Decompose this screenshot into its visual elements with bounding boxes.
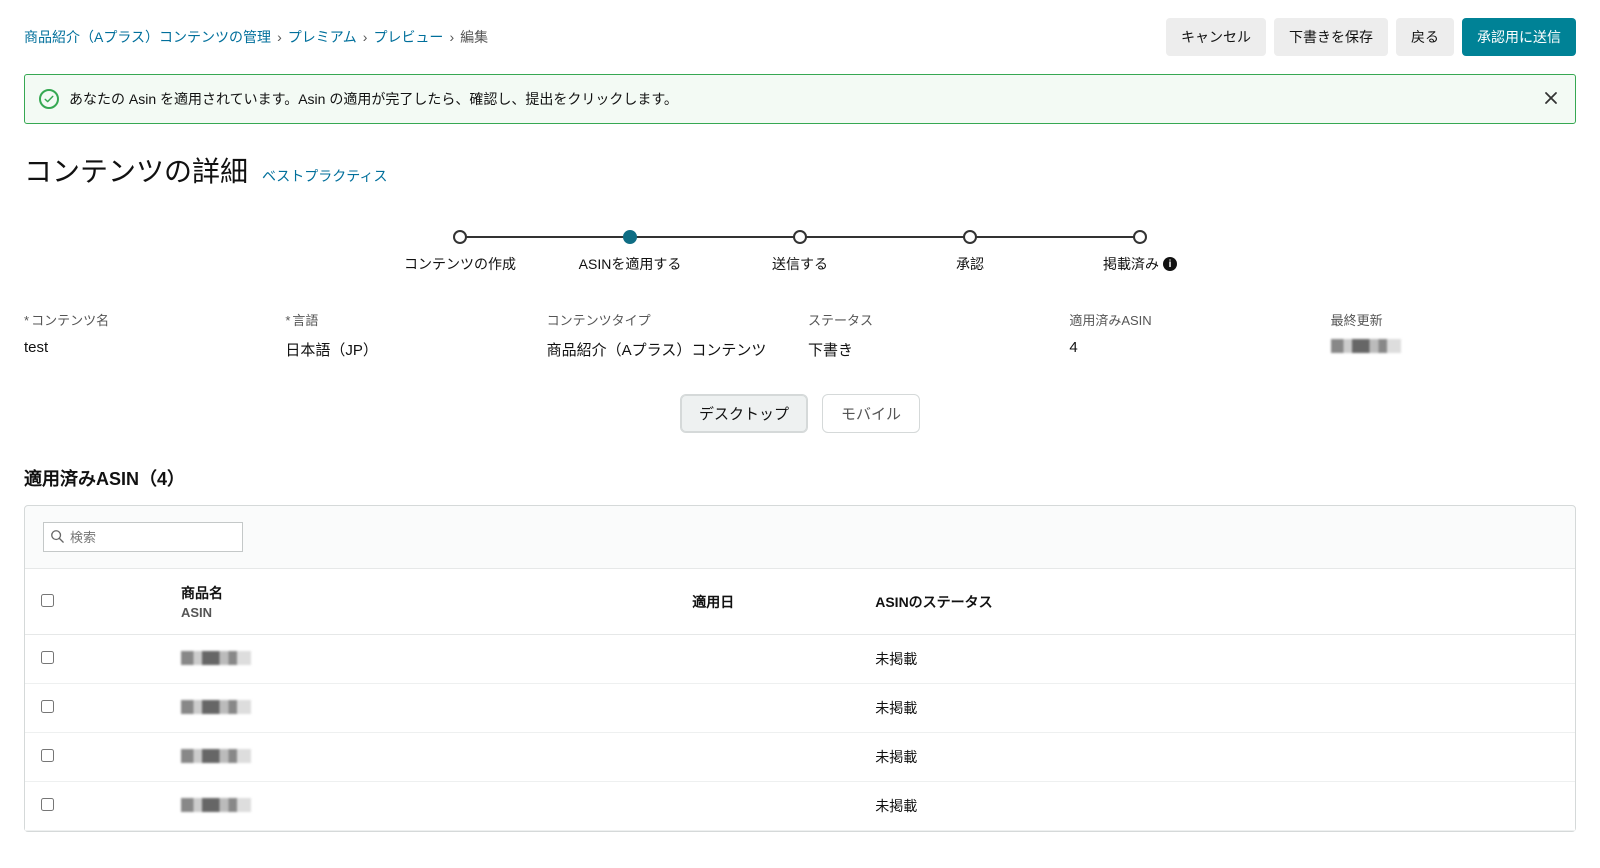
cell-asin-status: 未掲載	[859, 733, 1449, 782]
label-content-name: コンテンツ名	[24, 310, 269, 329]
breadcrumb-current: 編集	[460, 27, 488, 47]
table-row: 未掲載	[25, 684, 1575, 733]
save-draft-button[interactable]: 下書きを保存	[1274, 18, 1388, 56]
progress-stepper: コンテンツの作成 ASINを適用する 送信する 承認 掲載済みi	[24, 230, 1576, 274]
step-label: 送信する	[772, 254, 828, 274]
chevron-right-icon: ›	[449, 29, 454, 45]
step-dot-icon	[793, 230, 807, 244]
cell-asin-status: 未掲載	[859, 782, 1449, 831]
search-input-wrapper[interactable]	[43, 522, 243, 552]
breadcrumb: 商品紹介（Aプラス）コンテンツの管理 › プレミアム › プレビュー › 編集	[24, 27, 488, 47]
cell-product-name	[165, 733, 567, 782]
cell-applied-date	[567, 684, 859, 733]
chevron-right-icon: ›	[363, 29, 368, 45]
cell-product-name	[165, 782, 567, 831]
close-icon	[1543, 90, 1559, 109]
value-content-name: test	[24, 339, 269, 360]
redacted-text	[181, 798, 251, 812]
applied-asin-panel: 商品名 ASIN 適用日 ASINのステータス 未掲載未掲載未掲載未掲載	[24, 505, 1576, 832]
column-header-applied-date: 適用日	[567, 569, 859, 635]
step-dot-icon	[963, 230, 977, 244]
value-content-type: 商品紹介（Aプラス）コンテンツ	[547, 339, 792, 360]
cell-asin-status: 未掲載	[859, 684, 1449, 733]
cell-product-name	[165, 635, 567, 684]
breadcrumb-item-1[interactable]: プレミアム	[288, 27, 357, 47]
row-checkbox[interactable]	[41, 651, 54, 664]
value-status: 下書き	[808, 339, 1053, 360]
redacted-text	[181, 700, 251, 714]
step-label: ASINを適用する	[579, 254, 682, 274]
table-row: 未掲載	[25, 782, 1575, 831]
cell-asin-status: 未掲載	[859, 635, 1449, 684]
label-applied-asin: 適用済みASIN	[1069, 310, 1314, 329]
row-checkbox[interactable]	[41, 700, 54, 713]
value-last-updated	[1331, 339, 1576, 360]
cell-applied-date	[567, 635, 859, 684]
cell-applied-date	[567, 733, 859, 782]
submit-for-approval-button[interactable]: 承認用に送信	[1462, 18, 1576, 56]
table-row: 未掲載	[25, 635, 1575, 684]
label-last-updated: 最終更新	[1331, 310, 1576, 329]
cell-applied-date	[567, 782, 859, 831]
back-button[interactable]: 戻る	[1396, 18, 1454, 56]
best-practices-link[interactable]: ベストプラクティス	[262, 166, 387, 186]
step-dot-icon	[623, 230, 637, 244]
page-title: コンテンツの詳細	[24, 150, 248, 190]
cell-product-name	[165, 684, 567, 733]
view-toggle: デスクトップ モバイル	[24, 394, 1576, 433]
step-dot-icon	[1133, 230, 1147, 244]
search-input[interactable]	[64, 526, 236, 549]
row-checkbox[interactable]	[41, 798, 54, 811]
mobile-view-button[interactable]: モバイル	[822, 394, 920, 433]
column-header-status: ASINのステータス	[859, 569, 1449, 635]
search-icon	[50, 529, 64, 546]
value-applied-asin: 4	[1069, 339, 1314, 360]
success-alert: あなたの Asin を適用されています。Asin の適用が完了したら、確認し、提…	[24, 74, 1576, 124]
table-row: 未掲載	[25, 733, 1575, 782]
redacted-text	[181, 749, 251, 763]
breadcrumb-item-2[interactable]: プレビュー	[373, 27, 443, 47]
alert-message: あなたの Asin を適用されています。Asin の適用が完了したら、確認し、提…	[69, 89, 678, 109]
check-circle-icon	[39, 89, 59, 109]
chevron-right-icon: ›	[277, 29, 282, 45]
stepper-step: コンテンツの作成	[375, 230, 545, 274]
label-content-type: コンテンツタイプ	[547, 310, 792, 329]
step-label: コンテンツの作成	[404, 254, 516, 274]
cancel-button[interactable]: キャンセル	[1166, 18, 1266, 56]
breadcrumb-root[interactable]: 商品紹介（Aプラス）コンテンツの管理	[24, 27, 271, 47]
column-header-name: 商品名 ASIN	[165, 569, 567, 635]
label-status: ステータス	[808, 310, 1053, 329]
step-dot-icon	[453, 230, 467, 244]
desktop-view-button[interactable]: デスクトップ	[680, 394, 808, 433]
label-language: 言語	[285, 310, 530, 329]
row-checkbox[interactable]	[41, 749, 54, 762]
header-actions: キャンセル 下書きを保存 戻る 承認用に送信	[1166, 18, 1576, 56]
redacted-text	[181, 651, 251, 665]
applied-asin-section-title: 適用済みASIN（4）	[24, 465, 1576, 491]
alert-close-button[interactable]	[1537, 85, 1565, 113]
step-label: 掲載済みi	[1103, 254, 1177, 274]
select-all-checkbox[interactable]	[41, 594, 54, 607]
redacted-text	[1331, 339, 1401, 353]
step-label: 承認	[956, 254, 984, 274]
value-language: 日本語（JP）	[285, 339, 530, 360]
info-icon[interactable]: i	[1163, 257, 1177, 271]
asin-table: 商品名 ASIN 適用日 ASINのステータス 未掲載未掲載未掲載未掲載	[25, 568, 1575, 831]
